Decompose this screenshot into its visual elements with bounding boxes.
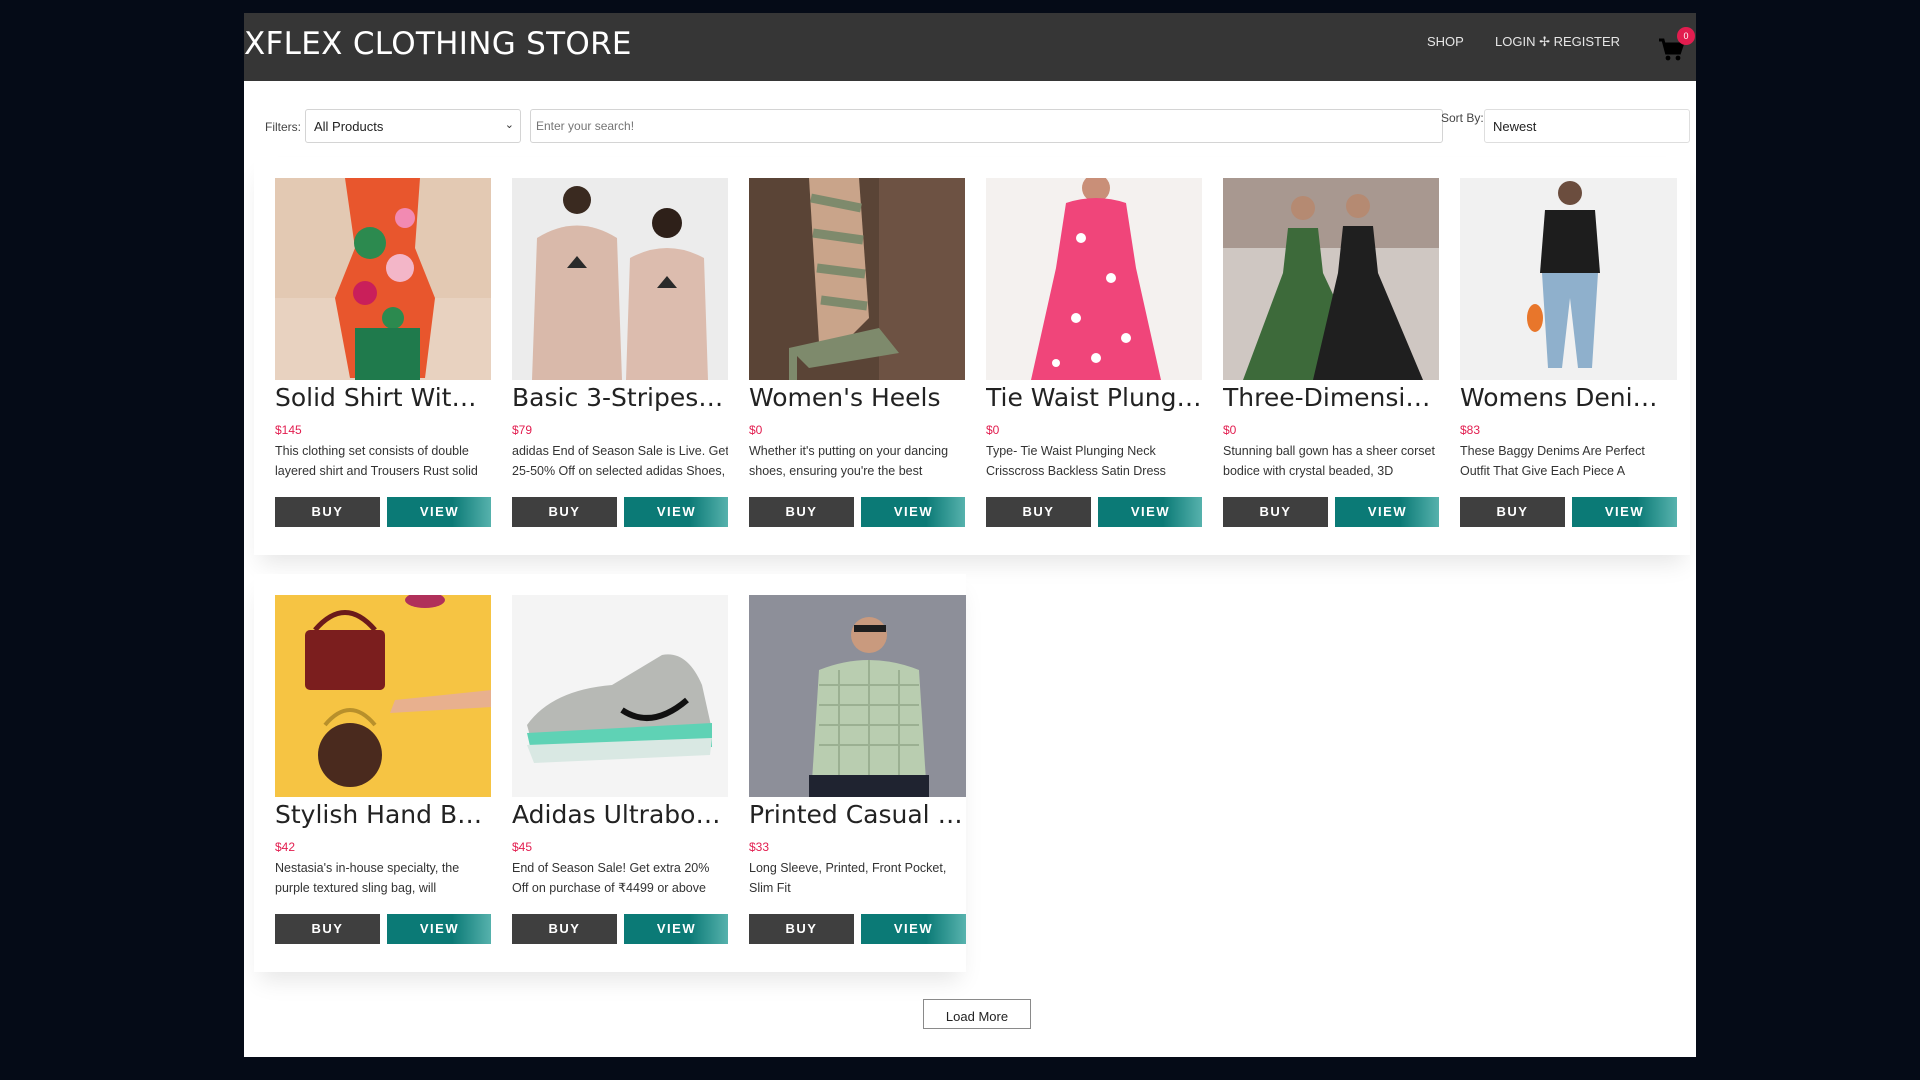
product-description: Long Sleeve, Printed, Front Pocket, Slim… <box>749 861 947 895</box>
product-image-tshirt[interactable] <box>512 178 729 380</box>
product-name: Adidas Ultraboost Shoes <box>512 800 729 829</box>
product-card: Solid Shirt With Trousers $145 This clot… <box>254 157 492 555</box>
product-image-heels[interactable] <box>749 178 966 380</box>
view-button[interactable]: VIEW <box>1572 497 1677 527</box>
chevron-down-icon: ⌄ <box>504 119 514 131</box>
product-price: $79 <box>512 423 533 437</box>
product-card: Womens Denim Jeans $83 These Baggy Denim… <box>1439 157 1677 555</box>
buy-button[interactable]: BUY <box>1460 497 1565 527</box>
buy-button[interactable]: BUY <box>512 914 617 944</box>
product-card: Three-Dimensional Ball Gown $0 Stunning … <box>1202 157 1440 555</box>
top-navbar: XFLEX CLOTHING STORE SHOP LOGIN ✢ REGIST… <box>244 13 1696 81</box>
product-name: Solid Shirt With Trousers <box>275 383 492 412</box>
product-image-sneaker[interactable] <box>512 595 729 797</box>
category-filter-select[interactable]: All Products ⌄ <box>305 109 521 143</box>
buy-button[interactable]: BUY <box>986 497 1091 527</box>
filters-label: Filters: <box>265 120 301 134</box>
product-description: This clothing set consists of double lay… <box>275 444 478 478</box>
product-image-handbags[interactable] <box>275 595 492 797</box>
product-image-denim[interactable] <box>1460 178 1677 380</box>
view-button[interactable]: VIEW <box>387 914 492 944</box>
product-description: End of Season Sale! Get extra 20% Off on… <box>512 861 710 895</box>
product-name: Womens Denim Jeans <box>1460 383 1677 412</box>
product-name: Printed Casual Shirt <box>749 800 966 829</box>
product-price: $0 <box>749 423 763 437</box>
view-button[interactable]: VIEW <box>861 914 966 944</box>
view-button[interactable]: VIEW <box>624 497 729 527</box>
sort-value: Newest <box>1493 119 1537 134</box>
product-card: Women's Heels $0 Whether it's putting on… <box>728 157 966 555</box>
search-input[interactable] <box>530 109 1443 143</box>
product-name: Women's Heels <box>749 383 941 412</box>
load-more-button[interactable]: Load More <box>923 999 1031 1029</box>
product-card: Adidas Ultraboost Shoes $45 End of Seaso… <box>491 574 729 972</box>
product-price: $0 <box>986 423 1000 437</box>
product-description: Nestasia's in-house specialty, the purpl… <box>275 861 460 895</box>
product-description: Type- Tie Waist Plunging Neck Crisscross… <box>986 444 1166 478</box>
buy-button[interactable]: BUY <box>512 497 617 527</box>
product-name: Three-Dimensional Ball Gown <box>1223 383 1440 412</box>
view-button[interactable]: VIEW <box>387 497 492 527</box>
sort-label: Sort By: <box>1441 111 1484 125</box>
product-price: $0 <box>1223 423 1237 437</box>
product-card: Tie Waist Plunging Neck Dress $0 Type- T… <box>965 157 1203 555</box>
product-description: These Baggy Denims Are Perfect Outfit Th… <box>1460 444 1645 478</box>
buy-button[interactable]: BUY <box>749 914 854 944</box>
cart-count-badge: 0 <box>1677 27 1695 45</box>
app-window: XFLEX CLOTHING STORE SHOP LOGIN ✢ REGIST… <box>244 13 1696 1057</box>
product-description: Stunning ball gown has a sheer corset bo… <box>1223 444 1435 478</box>
product-price: $145 <box>275 423 302 437</box>
product-card: Basic 3-Stripes T-Shirt $79 adidas End o… <box>491 157 729 555</box>
view-button[interactable]: VIEW <box>1335 497 1440 527</box>
view-button[interactable]: VIEW <box>861 497 966 527</box>
product-price: $83 <box>1460 423 1481 437</box>
view-button[interactable]: VIEW <box>1098 497 1203 527</box>
sort-select[interactable]: Newest <box>1484 109 1690 143</box>
product-card: Stylish Hand Bags $42 Nestasia's in-hous… <box>254 574 492 972</box>
product-name: Basic 3-Stripes T-Shirt <box>512 383 729 412</box>
product-name: Stylish Hand Bags <box>275 800 492 829</box>
product-image-ball-gown[interactable] <box>1223 178 1440 380</box>
product-description: Whether it's putting on your dancing sho… <box>749 444 949 478</box>
category-filter-value: All Products <box>314 119 384 134</box>
buy-button[interactable]: BUY <box>275 497 380 527</box>
product-price: $45 <box>512 840 533 854</box>
product-card: Printed Casual Shirt $33 Long Sleeve, Pr… <box>728 574 966 972</box>
product-price: $42 <box>275 840 296 854</box>
product-image-shirt-trousers[interactable] <box>275 178 492 380</box>
buy-button[interactable]: BUY <box>275 914 380 944</box>
buy-button[interactable]: BUY <box>749 497 854 527</box>
nav-shop-link[interactable]: SHOP <box>1427 34 1464 49</box>
nav-login-register-link[interactable]: LOGIN ✢ REGISTER <box>1495 34 1620 50</box>
product-description: adidas End of Season Sale is Live. Get 2… <box>512 444 729 478</box>
brand-logo[interactable]: XFLEX CLOTHING STORE <box>244 26 632 62</box>
filters-bar: Filters: All Products ⌄ Sort By: Newest <box>244 81 1696 157</box>
view-button[interactable]: VIEW <box>624 914 729 944</box>
buy-button[interactable]: BUY <box>1223 497 1328 527</box>
product-image-dress[interactable] <box>986 178 1203 380</box>
product-price: $33 <box>749 840 770 854</box>
product-name: Tie Waist Plunging Neck Dress <box>986 383 1203 412</box>
product-image-casual-shirt[interactable] <box>749 595 966 797</box>
cart-button[interactable]: 0 <box>1657 27 1695 67</box>
